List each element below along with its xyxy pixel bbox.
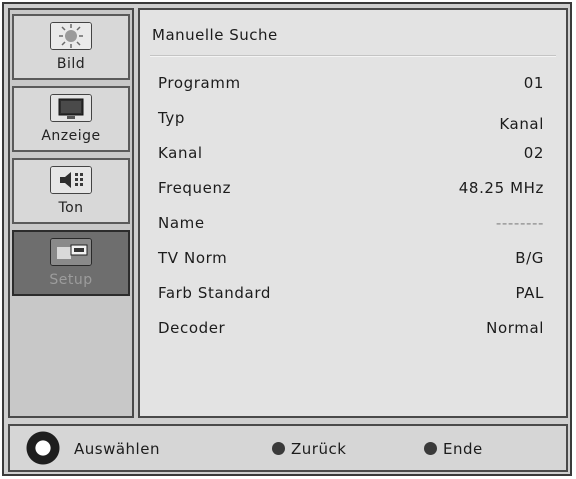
setting-value: B/G (515, 249, 544, 267)
setting-label: Decoder (158, 319, 226, 337)
setting-value: Normal (486, 319, 544, 337)
tab-label: Setup (49, 272, 93, 288)
setting-value: 01 (523, 74, 544, 92)
tab-setup[interactable]: Setup (12, 230, 130, 296)
osd-menu: Bild Anzeige Ton Setup Manuelle Suche Pr… (2, 2, 572, 476)
setting-value: 48.25 MHz (458, 179, 544, 197)
monitor-icon (50, 94, 92, 122)
select-hint-label: Auswählen (74, 440, 160, 458)
setting-row-farb-standard[interactable]: Farb Standard PAL (158, 284, 544, 306)
setting-label: Frequenz (158, 179, 232, 197)
setting-row-typ[interactable]: Typ Kanal (158, 109, 544, 133)
end-button-icon (424, 442, 437, 455)
setting-row-frequenz[interactable]: Frequenz 48.25 MHz (158, 179, 544, 201)
tab-label: Bild (56, 56, 86, 72)
speaker-icon (50, 166, 92, 194)
setting-label: Programm (158, 74, 241, 92)
setting-row-decoder[interactable]: Decoder Normal (158, 319, 544, 341)
tab-label: Ton (58, 200, 84, 216)
back-hint-label: Zurück (291, 440, 347, 458)
setting-label: Name (158, 214, 205, 232)
back-hint: Zurück (272, 440, 346, 458)
end-hint-label: Ende (443, 440, 483, 458)
page-title: Manuelle Suche (152, 26, 278, 44)
setting-value: -------- (495, 214, 544, 232)
tab-label: Anzeige (41, 128, 101, 144)
setting-row-programm[interactable]: Programm 01 (158, 74, 544, 96)
select-hint: Auswählen (74, 440, 160, 458)
setting-label: TV Norm (158, 249, 228, 267)
setup-icon (50, 238, 92, 266)
end-hint: Ende (424, 440, 483, 458)
setting-row-kanal[interactable]: Kanal 02 (158, 144, 544, 166)
setting-label: Kanal (158, 144, 203, 162)
setting-label: Typ (158, 109, 186, 127)
setting-row-tv-norm[interactable]: TV Norm B/G (158, 249, 544, 271)
tab-ton[interactable]: Ton (12, 158, 130, 224)
dpad-icon (24, 430, 62, 466)
setting-row-name[interactable]: Name -------- (158, 214, 544, 236)
sun-icon (50, 22, 92, 50)
setting-value: PAL (515, 284, 544, 302)
help-bar: Auswählen Zurück Ende (8, 424, 568, 472)
title-divider (150, 55, 556, 57)
tab-bild[interactable]: Bild (12, 14, 130, 80)
manual-search-panel: Manuelle Suche Programm 01 Typ Kanal Kan… (138, 8, 568, 418)
setting-label: Farb Standard (158, 284, 271, 302)
setting-value: Kanal (499, 115, 544, 133)
tab-anzeige[interactable]: Anzeige (12, 86, 130, 152)
back-button-icon (272, 442, 285, 455)
setting-value: 02 (523, 144, 544, 162)
sidebar: Bild Anzeige Ton Setup (8, 8, 134, 418)
